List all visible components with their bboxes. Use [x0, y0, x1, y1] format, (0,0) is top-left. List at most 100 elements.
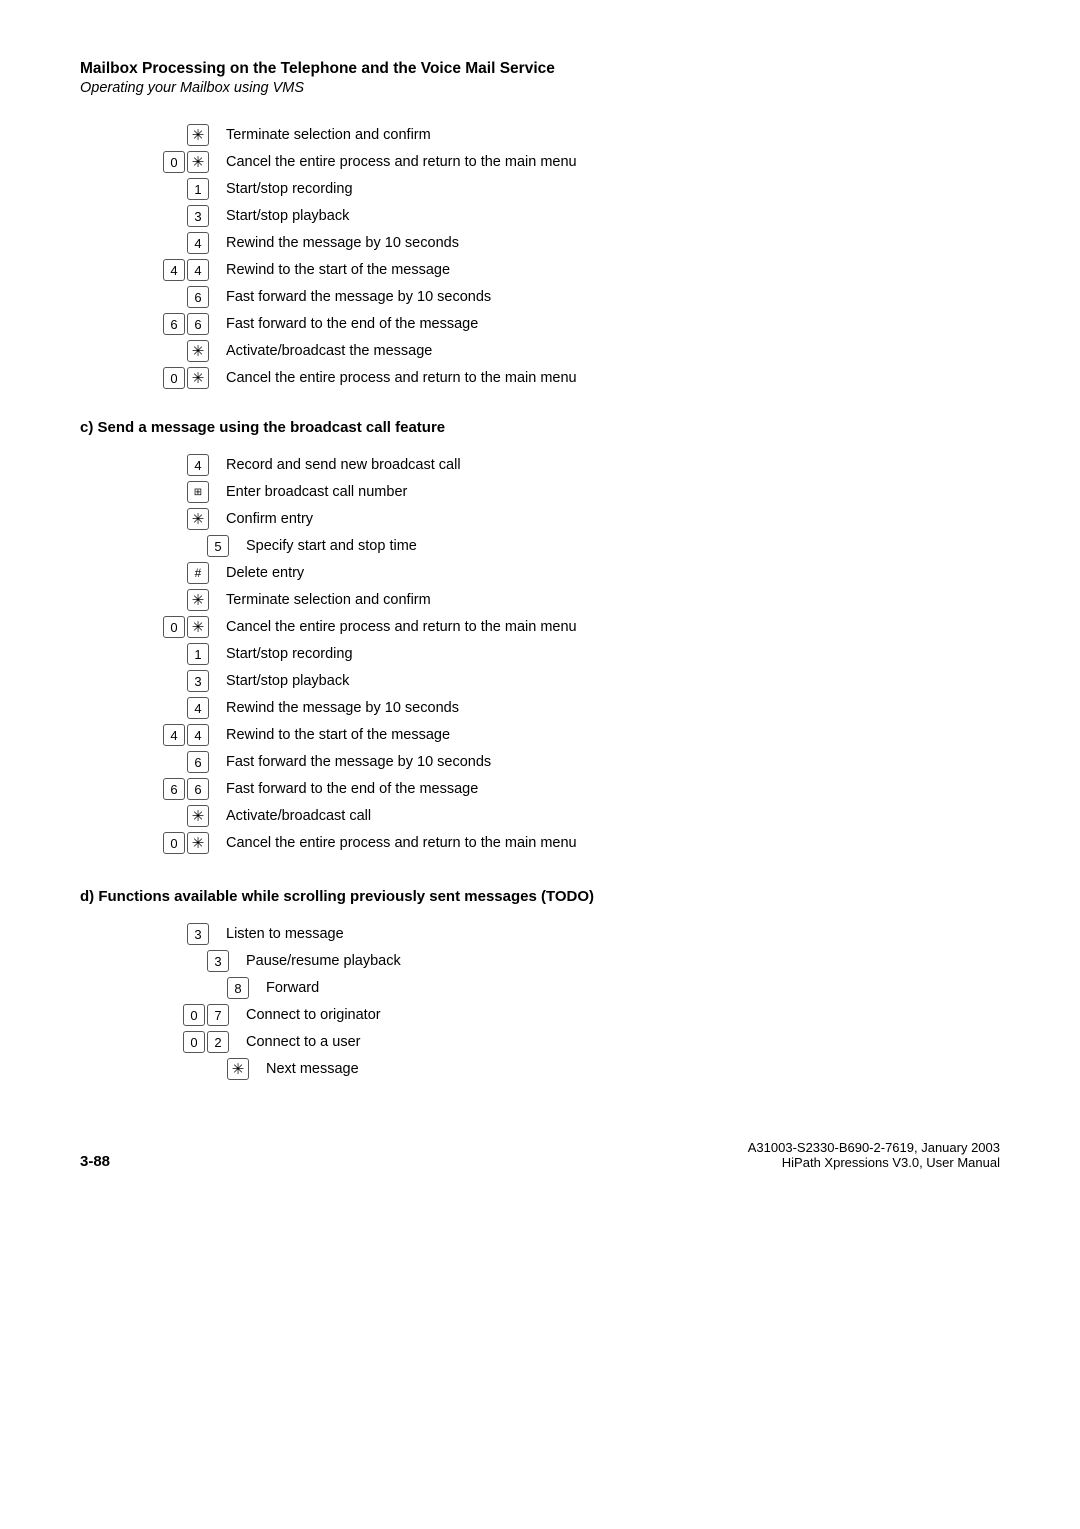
list-item: ✳ Confirm entry — [80, 508, 1000, 530]
key-6: 6 — [187, 778, 209, 800]
key-6: 6 — [187, 286, 209, 308]
key-6: 6 — [163, 778, 185, 800]
key-4: 4 — [187, 697, 209, 719]
key-desc: Delete entry — [226, 565, 304, 581]
page-subtitle: Operating your Mailbox using VMS — [80, 80, 1000, 96]
list-item: 0✳ Cancel the entire process and return … — [80, 367, 1000, 389]
key-desc: Rewind the message by 10 seconds — [226, 700, 459, 716]
key-0: 0 — [163, 616, 185, 638]
key-desc: Record and send new broadcast call — [226, 457, 461, 473]
list-item: 44 Rewind to the start of the message — [80, 259, 1000, 281]
key-desc: Next message — [266, 1061, 359, 1077]
key-desc: Connect to a user — [246, 1034, 360, 1050]
key-area: 8 — [80, 977, 250, 999]
key-desc: Fast forward the message by 10 seconds — [226, 754, 491, 770]
list-item: 3 Start/stop playback — [80, 670, 1000, 692]
list-item: 3 Start/stop playback — [80, 205, 1000, 227]
key-desc: Activate/broadcast the message — [226, 343, 432, 359]
key-4: 4 — [163, 724, 185, 746]
list-item: 66 Fast forward to the end of the messag… — [80, 778, 1000, 800]
key-area: 5 — [80, 535, 230, 557]
key-area: 6 — [80, 286, 210, 308]
key-desc: Terminate selection and confirm — [226, 592, 431, 608]
key-2: 2 — [207, 1031, 229, 1053]
key-area: ✳ — [80, 340, 210, 362]
key-area: 44 — [80, 724, 210, 746]
key-area: 02 — [80, 1031, 230, 1053]
key-star: ✳ — [187, 832, 209, 854]
key-desc: Start/stop recording — [226, 646, 353, 662]
key-desc: Specify start and stop time — [246, 538, 417, 554]
list-item: 0✳ Cancel the entire process and return … — [80, 616, 1000, 638]
key-star: ✳ — [227, 1058, 249, 1080]
key-0: 0 — [183, 1004, 205, 1026]
key-6: 6 — [187, 313, 209, 335]
key-area: ✳ — [80, 508, 210, 530]
page-title: Mailbox Processing on the Telephone and … — [80, 60, 1000, 78]
key-area: 4 — [80, 697, 210, 719]
key-area: 0✳ — [80, 151, 210, 173]
key-desc: Fast forward to the end of the message — [226, 316, 478, 332]
list-item: 6 Fast forward the message by 10 seconds — [80, 751, 1000, 773]
section-a-list: ✳ Terminate selection and confirm 0✳ Can… — [80, 124, 1000, 389]
key-desc: Pause/resume playback — [246, 953, 401, 969]
list-item: 02 Connect to a user — [80, 1031, 1000, 1053]
list-item: 4 Rewind the message by 10 seconds — [80, 232, 1000, 254]
key-3: 3 — [187, 205, 209, 227]
key-3: 3 — [187, 923, 209, 945]
key-0: 0 — [163, 151, 185, 173]
page-number: 3-88 — [80, 1153, 110, 1170]
list-item: 66 Fast forward to the end of the messag… — [80, 313, 1000, 335]
list-item: 44 Rewind to the start of the message — [80, 724, 1000, 746]
key-area: 4 — [80, 232, 210, 254]
key-desc: Cancel the entire process and return to … — [226, 154, 577, 170]
list-item: 4 Record and send new broadcast call — [80, 454, 1000, 476]
key-0: 0 — [163, 367, 185, 389]
key-4: 4 — [187, 454, 209, 476]
list-item: ✳ Terminate selection and confirm — [80, 589, 1000, 611]
key-area: # — [80, 562, 210, 584]
key-star: ✳ — [187, 367, 209, 389]
key-area: ✳ — [80, 805, 210, 827]
list-item: ✳ Next message — [80, 1058, 1000, 1080]
list-item: 6 Fast forward the message by 10 seconds — [80, 286, 1000, 308]
key-7: 7 — [207, 1004, 229, 1026]
list-item: 4 Rewind the message by 10 seconds — [80, 697, 1000, 719]
key-0: 0 — [163, 832, 185, 854]
key-desc: Start/stop recording — [226, 181, 353, 197]
key-desc: Terminate selection and confirm — [226, 127, 431, 143]
list-item: ⊞ Enter broadcast call number — [80, 481, 1000, 503]
key-desc: Confirm entry — [226, 511, 313, 527]
key-6: 6 — [163, 313, 185, 335]
key-star: ✳ — [187, 124, 209, 146]
key-6: 6 — [187, 751, 209, 773]
list-item: 1 Start/stop recording — [80, 643, 1000, 665]
section-c-heading: d) Functions available while scrolling p… — [80, 888, 1000, 905]
key-4: 4 — [163, 259, 185, 281]
list-item: 8 Forward — [80, 977, 1000, 999]
list-item: 3 Pause/resume playback — [80, 950, 1000, 972]
key-desc: Fast forward the message by 10 seconds — [226, 289, 491, 305]
key-desc: Start/stop playback — [226, 208, 349, 224]
key-area: 1 — [80, 178, 210, 200]
key-star: ✳ — [187, 340, 209, 362]
footer-ref: A31003-S2330-B690-2-7619, January 2003 — [748, 1140, 1000, 1155]
key-desc: Cancel the entire process and return to … — [226, 835, 577, 851]
key-area: 07 — [80, 1004, 230, 1026]
key-area: ✳ — [80, 589, 210, 611]
list-item: ✳ Terminate selection and confirm — [80, 124, 1000, 146]
key-desc: Enter broadcast call number — [226, 484, 407, 500]
key-3: 3 — [187, 670, 209, 692]
page-footer: 3-88 A31003-S2330-B690-2-7619, January 2… — [80, 1140, 1000, 1170]
key-area: 3 — [80, 205, 210, 227]
list-item: 07 Connect to originator — [80, 1004, 1000, 1026]
key-desc: Activate/broadcast call — [226, 808, 371, 824]
key-desc: Listen to message — [226, 926, 344, 942]
key-area: 3 — [80, 950, 230, 972]
key-area: ⊞ — [80, 481, 210, 503]
key-area: 0✳ — [80, 367, 210, 389]
list-item: 5 Specify start and stop time — [80, 535, 1000, 557]
key-area: 66 — [80, 778, 210, 800]
list-item: 0✳ Cancel the entire process and return … — [80, 151, 1000, 173]
key-area: 44 — [80, 259, 210, 281]
